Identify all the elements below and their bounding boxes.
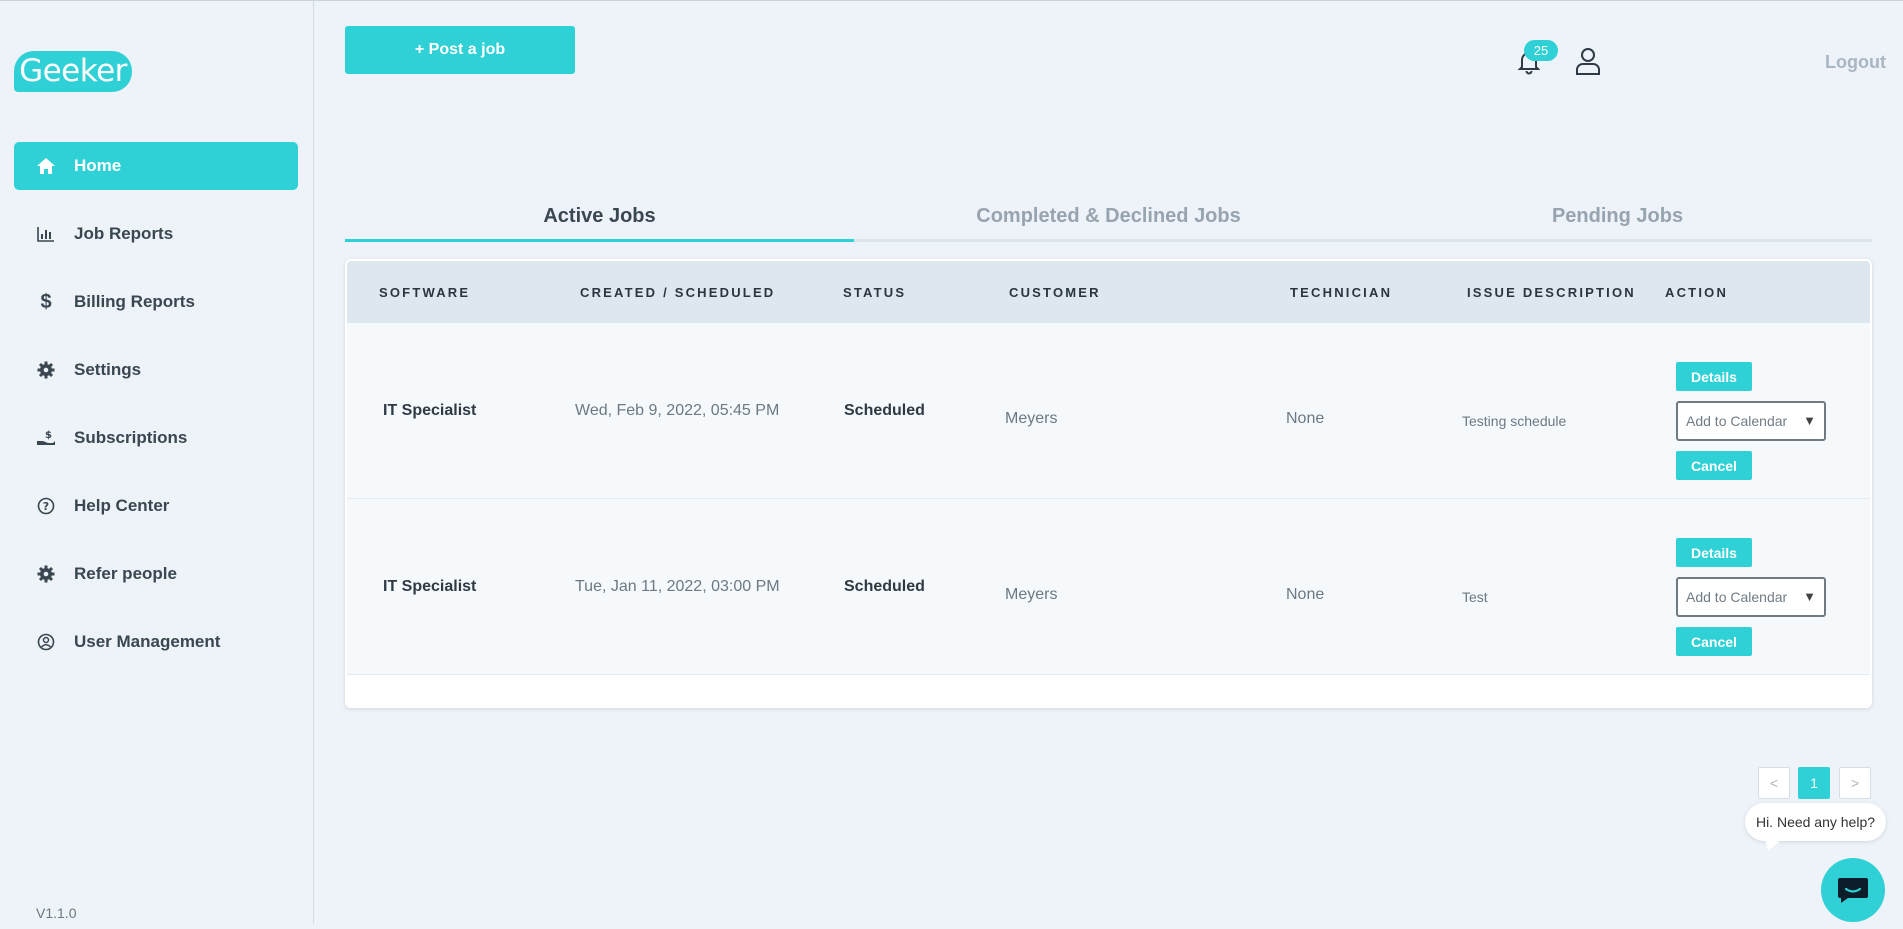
column-header-issue-description: ISSUE DESCRIPTION (1467, 284, 1636, 300)
action-cell: Details Add to Calendar ▼ Cancel (1676, 538, 1826, 656)
column-header-technician: TECHNICIAN (1290, 284, 1393, 300)
table-row: IT Specialist Tue, Jan 11, 2022, 03:00 P… (347, 499, 1870, 675)
sidebar-item-help-center[interactable]: ? Help Center (14, 482, 298, 530)
chat-launcher-button[interactable] (1821, 858, 1885, 922)
software-cell: IT Specialist (383, 577, 477, 595)
add-to-calendar-label: Add to Calendar (1686, 413, 1788, 429)
question-circle-icon: ? (36, 496, 56, 516)
pagination-page-button[interactable]: 1 (1798, 767, 1830, 799)
status-cell: Scheduled (844, 401, 925, 419)
sidebar-item-refer-people[interactable]: Refer people (14, 550, 298, 598)
status-cell: Scheduled (844, 577, 925, 595)
svg-text:$: $ (45, 430, 52, 441)
chat-prompt-bubble[interactable]: Hi. Need any help? (1745, 803, 1886, 841)
issue-cell: Testing schedule (1462, 413, 1567, 429)
notification-badge: 25 (1524, 40, 1558, 61)
sidebar-item-subscriptions[interactable]: $ Subscriptions (14, 414, 298, 462)
issue-cell: Test (1462, 589, 1488, 605)
column-header-created-scheduled: CREATED / SCHEDULED (580, 284, 776, 300)
tab-active-jobs[interactable]: Active Jobs (345, 199, 854, 242)
sidebar-item-label: Refer people (74, 564, 177, 583)
date-cell: Tue, Jan 11, 2022, 03:00 PM (575, 577, 780, 595)
post-job-button[interactable]: + Post a job (345, 26, 575, 74)
pagination-prev-button[interactable]: < (1758, 767, 1790, 799)
details-button[interactable]: Details (1676, 538, 1752, 567)
home-icon (36, 156, 56, 176)
chevron-down-icon: ▼ (1803, 589, 1816, 604)
column-header-software: SOFTWARE (379, 284, 471, 300)
hand-dollar-icon: $ (36, 428, 56, 448)
column-header-action: ACTION (1665, 284, 1729, 300)
sidebar-item-settings[interactable]: Settings (14, 346, 298, 394)
sidebar-item-label: Job Reports (74, 224, 174, 243)
table-row: IT Specialist Wed, Feb 9, 2022, 05:45 PM… (347, 323, 1870, 499)
gear-icon (36, 564, 56, 584)
sidebar-item-label: Subscriptions (74, 428, 188, 447)
job-tabs: Active Jobs Completed & Declined Jobs Pe… (345, 199, 1872, 242)
user-circle-icon (36, 632, 56, 652)
chat-icon (1838, 878, 1868, 903)
chevron-down-icon: ▼ (1803, 413, 1816, 428)
sidebar-item-home[interactable]: Home (14, 142, 298, 190)
cancel-button[interactable]: Cancel (1676, 627, 1752, 656)
date-cell: Wed, Feb 9, 2022, 05:45 PM (575, 401, 780, 419)
table-header: SOFTWARE CREATED / SCHEDULED STATUS CUST… (347, 261, 1870, 323)
sidebar-item-label: User Management (74, 632, 221, 651)
sidebar-item-label: Settings (74, 360, 142, 379)
tab-completed-declined-jobs[interactable]: Completed & Declined Jobs (854, 199, 1363, 239)
sidebar-item-job-reports[interactable]: Job Reports (14, 210, 298, 258)
bar-chart-icon (36, 224, 56, 244)
technician-cell: None (1286, 586, 1325, 603)
sidebar-item-user-management[interactable]: User Management (14, 618, 298, 666)
tab-pending-jobs[interactable]: Pending Jobs (1363, 199, 1872, 239)
app-version: V1.1.0 (36, 905, 77, 921)
sidebar-item-billing-reports[interactable]: $ Billing Reports (14, 278, 298, 326)
sidebar-item-label: Billing Reports (74, 292, 195, 311)
logo[interactable]: Geeker (14, 51, 132, 92)
svg-text:?: ? (43, 500, 49, 513)
gear-icon (36, 360, 56, 380)
add-to-calendar-select[interactable]: Add to Calendar ▼ (1676, 401, 1826, 441)
column-header-status: STATUS (843, 284, 907, 300)
user-icon[interactable] (1575, 47, 1601, 75)
add-to-calendar-label: Add to Calendar (1686, 589, 1788, 605)
logout-link[interactable]: Logout (1825, 52, 1886, 73)
dollar-icon: $ (40, 290, 52, 313)
customer-cell: Meyers (1005, 410, 1058, 427)
software-cell: IT Specialist (383, 401, 477, 419)
sidebar-nav: Home Job Reports $ Billing Reports Setti… (14, 142, 298, 686)
sidebar: Geeker Home Job Reports $ Billing Report… (0, 1, 314, 924)
sidebar-item-label: Home (74, 156, 122, 175)
action-cell: Details Add to Calendar ▼ Cancel (1676, 362, 1826, 480)
pagination-next-button[interactable]: > (1839, 767, 1871, 799)
technician-cell: None (1286, 410, 1325, 427)
column-header-customer: CUSTOMER (1009, 284, 1101, 300)
sidebar-item-label: Help Center (74, 496, 170, 515)
customer-cell: Meyers (1005, 586, 1058, 603)
add-to-calendar-select[interactable]: Add to Calendar ▼ (1676, 577, 1826, 617)
cancel-button[interactable]: Cancel (1676, 451, 1752, 480)
details-button[interactable]: Details (1676, 362, 1752, 391)
jobs-table: SOFTWARE CREATED / SCHEDULED STATUS CUST… (345, 259, 1872, 708)
